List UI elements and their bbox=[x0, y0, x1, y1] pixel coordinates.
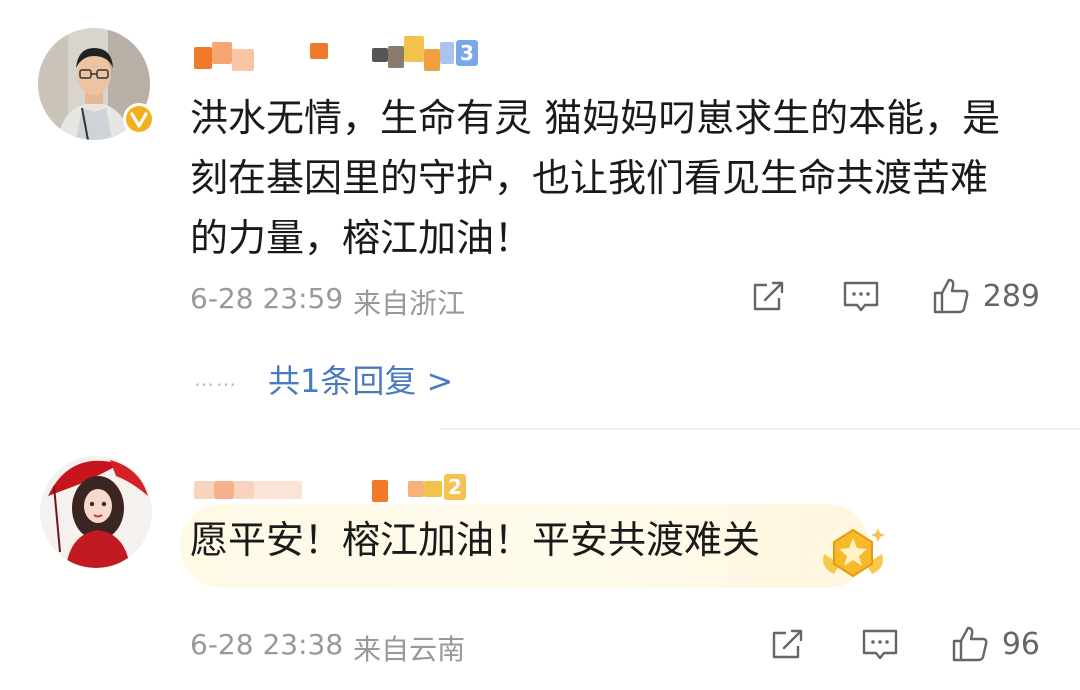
blurred-name-block bbox=[234, 481, 254, 499]
view-replies-link[interactable]: 共1条回复 > bbox=[268, 356, 453, 402]
blurred-name-block bbox=[310, 43, 328, 59]
blurred-name-block bbox=[440, 42, 454, 64]
blurred-name-gap bbox=[254, 42, 310, 64]
blurred-name-block bbox=[212, 42, 232, 64]
blurred-name-block bbox=[372, 480, 388, 502]
comment-meta: 6-28 23:59 来自浙江 bbox=[190, 282, 465, 322]
share-icon[interactable] bbox=[749, 276, 789, 316]
blurred-name-gap bbox=[328, 42, 372, 64]
blurred-name-gap bbox=[302, 476, 372, 498]
blurred-name-block bbox=[254, 481, 302, 499]
location: 来自云南 bbox=[353, 633, 466, 666]
comment-actions: 289 bbox=[749, 276, 1040, 316]
view-replies[interactable]: …… 共1条回复 > bbox=[194, 356, 453, 402]
replies-dots: …… bbox=[194, 367, 238, 391]
blurred-name-block bbox=[424, 481, 442, 497]
like-count: 96 bbox=[1001, 626, 1040, 662]
avatar[interactable] bbox=[40, 456, 152, 568]
comment-actions: 96 bbox=[768, 624, 1040, 664]
share-icon[interactable] bbox=[768, 624, 808, 664]
like-count: 289 bbox=[982, 278, 1040, 314]
blurred-name-block bbox=[194, 481, 214, 499]
comment-text: 洪水无情，生命有灵 猫妈妈叼崽求生的本能，是 刻在基因里的守护，也让我们看见生命… bbox=[190, 96, 1001, 260]
gold-award-icon bbox=[823, 528, 885, 578]
blurred-name-block bbox=[388, 46, 404, 68]
comment-icon[interactable] bbox=[860, 624, 900, 664]
username[interactable]: 3 bbox=[194, 36, 478, 71]
thumbs-up-icon bbox=[952, 626, 988, 662]
avatar[interactable] bbox=[38, 28, 155, 140]
like-button[interactable]: 96 bbox=[950, 624, 1040, 664]
username[interactable]: 2 bbox=[194, 470, 466, 504]
blurred-name-block bbox=[232, 49, 254, 71]
verified-v-badge-icon bbox=[123, 103, 155, 135]
blurred-name-block bbox=[372, 48, 388, 62]
blurred-name-block bbox=[214, 481, 234, 499]
avatar-image bbox=[40, 456, 152, 568]
blurred-name-gap bbox=[388, 476, 408, 498]
blurred-name-block bbox=[424, 49, 440, 71]
thumbs-up-icon bbox=[933, 278, 969, 314]
timestamp: 6-28 23:38 bbox=[190, 628, 344, 661]
blurred-name-block bbox=[194, 47, 212, 69]
comment-item: 2 愿平安！榕江加油！平安共渡难关 6-28 23:38 来自云南 96 bbox=[0, 430, 1080, 690]
comment-icon[interactable] bbox=[841, 276, 881, 316]
timestamp: 6-28 23:59 bbox=[190, 282, 344, 315]
like-button[interactable]: 289 bbox=[931, 276, 1040, 316]
comment-meta: 6-28 23:38 来自云南 bbox=[190, 628, 465, 668]
user-level-badge: 3 bbox=[456, 40, 478, 66]
blurred-name-block bbox=[408, 481, 424, 497]
location: 来自浙江 bbox=[353, 287, 466, 320]
user-level-badge: 2 bbox=[444, 474, 466, 500]
comment-text: 愿平安！榕江加油！平安共渡难关 bbox=[190, 518, 761, 562]
comment-item: 3 洪水无情，生命有灵 猫妈妈叼崽求生的本能，是 刻在基因里的守护，也让我们看见… bbox=[0, 0, 1080, 430]
blurred-name-block bbox=[404, 36, 424, 62]
